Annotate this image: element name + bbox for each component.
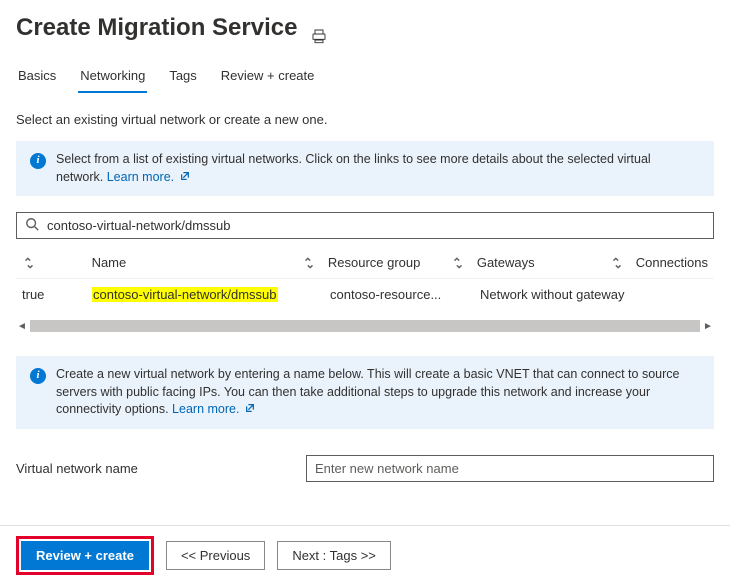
page-title: Create Migration Service (16, 14, 297, 42)
vnet-name-input[interactable] (306, 455, 714, 482)
review-create-button[interactable]: Review + create (21, 541, 149, 570)
horizontal-scrollbar[interactable]: ◄ ► (16, 318, 714, 334)
tab-review-create[interactable]: Review + create (219, 62, 317, 93)
cell-name: contoso-virtual-network/dmssub (86, 279, 324, 310)
footer-bar: Review + create << Previous Next : Tags … (0, 525, 730, 585)
tab-bar: Basics Networking Tags Review + create (16, 62, 714, 94)
previous-button[interactable]: << Previous (166, 541, 265, 570)
sort-icon (22, 256, 36, 270)
search-icon (25, 217, 39, 234)
cell-resource-group: contoso-resource... (324, 279, 474, 310)
info-text: Create a new virtual network by entering… (56, 367, 679, 416)
info-icon: i (30, 153, 46, 169)
next-button[interactable]: Next : Tags >> (277, 541, 391, 570)
col-gateways[interactable]: Gateways (471, 247, 630, 278)
cell-gateways: Network without gateway (474, 279, 634, 310)
cell-selected: true (16, 279, 86, 310)
tab-basics[interactable]: Basics (16, 62, 58, 93)
vnet-table: Name Resource group Gateways Connections… (16, 247, 714, 334)
scroll-track[interactable] (30, 320, 700, 332)
print-icon[interactable] (311, 28, 327, 47)
sort-icon (610, 256, 624, 270)
sort-icon (451, 256, 465, 270)
tab-tags[interactable]: Tags (167, 62, 198, 93)
external-link-icon (180, 169, 190, 179)
col-name[interactable]: Name (86, 247, 322, 278)
col-connections[interactable]: Connections (630, 247, 714, 278)
sort-icon (302, 256, 316, 270)
review-create-highlight: Review + create (16, 536, 154, 575)
learn-more-link[interactable]: Learn more. (172, 402, 255, 416)
table-row[interactable]: true contoso-virtual-network/dmssub cont… (16, 278, 714, 310)
learn-more-link[interactable]: Learn more. (107, 170, 190, 184)
info-create-vnet: i Create a new virtual network by enteri… (16, 356, 714, 429)
vnet-name-label: Virtual network name (16, 461, 306, 476)
scroll-right-icon[interactable]: ► (702, 318, 714, 334)
scroll-left-icon[interactable]: ◄ (16, 318, 28, 334)
vnet-search-input[interactable] (45, 217, 705, 234)
info-icon: i (30, 368, 46, 384)
col-resource-group[interactable]: Resource group (322, 247, 471, 278)
col-select[interactable] (16, 248, 86, 278)
vnet-search-box[interactable] (16, 212, 714, 239)
info-existing-vnet: i Select from a list of existing virtual… (16, 141, 714, 196)
cell-connections (634, 287, 714, 303)
external-link-icon (245, 401, 255, 411)
tab-networking[interactable]: Networking (78, 62, 147, 93)
instruction-text: Select an existing virtual network or cr… (16, 112, 714, 127)
